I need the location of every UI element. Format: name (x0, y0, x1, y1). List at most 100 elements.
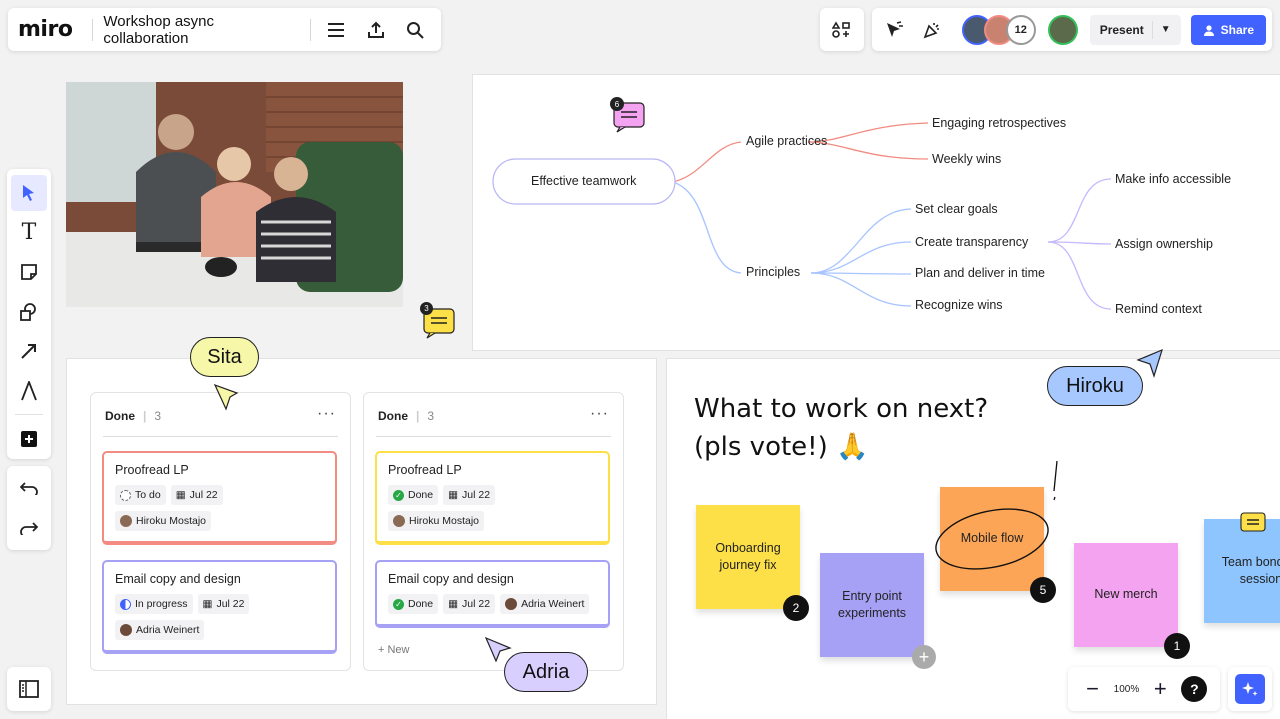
kanban-card[interactable]: Proofread LP ✓ Done ▦ Jul 22 Hiroku Mostaj… (375, 451, 610, 545)
add-vote-icon[interactable]: + (912, 645, 936, 669)
due-date: Jul 22 (216, 598, 245, 610)
calendar-icon: ▦ (448, 489, 459, 501)
present-button[interactable]: Present ▼ (1089, 14, 1181, 45)
vote-frame[interactable]: What to work on next? (pls vote!) 🙏 Onbo… (666, 358, 1280, 719)
sticky-note[interactable]: New merch (1074, 543, 1178, 647)
search-icon[interactable] (400, 14, 431, 46)
kanban-column[interactable]: Done | 3 ··· Proofread LP To do ▦ Jul 22 … (90, 392, 351, 671)
mind-map-node[interactable]: Assign ownership (1115, 237, 1213, 251)
comment-count: 3 (420, 302, 433, 315)
collaborator-avatars[interactable]: 12 (961, 14, 1036, 45)
collaborator-count[interactable]: 12 (1005, 14, 1036, 45)
vote-count-badge: 5 (1030, 577, 1056, 603)
status-chip[interactable]: In progress (115, 594, 193, 614)
mind-map-root[interactable]: Effective teamwork (531, 174, 636, 188)
mind-map-node[interactable]: Weekly wins (932, 152, 1001, 166)
avatar[interactable] (1047, 14, 1078, 45)
vote-count-badge: 2 (783, 595, 809, 621)
export-icon[interactable] (360, 14, 391, 46)
share-button[interactable]: Share (1190, 14, 1266, 45)
apps-button[interactable] (820, 8, 864, 51)
cursor-label-sita: Sita (190, 337, 259, 377)
top-left-bar: miro Workshop async collaboration (8, 8, 441, 51)
undo-icon[interactable] (11, 470, 47, 506)
zoom-in-icon[interactable]: + (1148, 676, 1172, 701)
status-label: Done (408, 598, 434, 610)
sticky-comment-icon[interactable] (1239, 511, 1267, 542)
ai-assistant-button[interactable] (1228, 667, 1272, 711)
sticky-text: Onboarding journey fix (715, 540, 781, 573)
date-chip[interactable]: ▦ Jul 22 (443, 594, 496, 614)
select-cursor-icon[interactable] (11, 175, 47, 211)
vote-title-line: (pls vote!) 🙏 (694, 431, 869, 462)
mind-map-node[interactable]: Principles (746, 265, 800, 279)
assignee-chip[interactable]: Adria Weinert (115, 620, 205, 640)
kanban-card[interactable]: Email copy and design In progress ▦ Jul 2… (102, 560, 337, 654)
mind-map-comment-icon[interactable]: 6 (609, 95, 649, 140)
sticky-note[interactable]: Entry point experiments (820, 553, 924, 657)
assignee-name: Hiroku Mostajo (136, 515, 207, 527)
status-chip[interactable]: ✓ Done (388, 594, 439, 614)
kanban-column[interactable]: Done | 3 ··· Proofread LP ✓ Done ▦ Jul 22 … (363, 392, 624, 671)
vote-title[interactable]: What to work on next? (pls vote!) 🙏 (694, 391, 988, 466)
apps-icon (832, 20, 850, 38)
pen-icon[interactable] (11, 373, 47, 409)
present-label: Present (1099, 22, 1144, 37)
board-panel-toggle[interactable] (7, 667, 51, 711)
cursor-name: Adria (522, 660, 570, 683)
status-label: Done (408, 489, 434, 501)
zoom-out-icon[interactable]: − (1081, 676, 1105, 701)
share-label: Share (1220, 22, 1254, 37)
add-more-icon[interactable] (11, 421, 47, 457)
shapes-icon[interactable] (11, 294, 47, 330)
text-tool-icon[interactable]: T (11, 215, 47, 251)
date-chip[interactable]: ▦ Jul 22 (443, 485, 496, 505)
avatar (120, 624, 132, 636)
mind-map-node[interactable]: Recognize wins (915, 298, 1003, 312)
assignee-chip[interactable]: Adria Weinert (500, 594, 590, 614)
kanban-card[interactable]: Proofread LP To do ▦ Jul 22 Hiroku Mostaj… (102, 451, 337, 545)
avatar (120, 515, 132, 527)
assignee-chip[interactable]: Hiroku Mostajo (388, 511, 485, 531)
card-title: Proofread LP (388, 463, 462, 477)
sticky-note-icon[interactable] (11, 254, 47, 290)
reactions-cursor-icon[interactable] (878, 14, 910, 46)
mind-map-node[interactable]: Remind context (1115, 302, 1202, 316)
connector-arrow-icon[interactable] (11, 333, 47, 369)
date-chip[interactable]: ▦ Jul 22 (197, 594, 250, 614)
mind-map-node[interactable]: Agile practices (746, 134, 827, 148)
vote-count-badge: 1 (1164, 633, 1190, 659)
assignee-chip[interactable]: Hiroku Mostajo (115, 511, 212, 531)
date-chip[interactable]: ▦ Jul 22 (170, 485, 223, 505)
team-photo[interactable] (66, 82, 403, 307)
calendar-icon: ▦ (175, 489, 186, 501)
avatar (505, 598, 518, 610)
history-toolbar (7, 466, 51, 550)
zoom-level[interactable]: 100% (1114, 684, 1140, 695)
cursor-label-hiroku: Hiroku (1047, 366, 1143, 406)
mind-map-node[interactable]: Make info accessible (1115, 172, 1231, 186)
status-chip[interactable]: ✓ Done (388, 485, 439, 505)
new-card-link[interactable]: + New (378, 644, 410, 656)
photo-comment-icon[interactable]: 3 (420, 302, 458, 345)
mind-map-node[interactable]: Plan and deliver in time (915, 266, 1045, 280)
status-chip[interactable]: To do (115, 485, 166, 505)
mind-map-frame[interactable]: Effective teamwork Agile practices Engag… (472, 74, 1280, 351)
celebrate-icon[interactable] (916, 14, 948, 46)
check-icon: ✓ (393, 598, 404, 610)
redo-icon[interactable] (11, 510, 47, 546)
mind-map-node[interactable]: Set clear goals (915, 202, 998, 216)
chevron-down-icon[interactable]: ▼ (1161, 24, 1171, 35)
more-options-icon[interactable]: ··· (590, 405, 609, 423)
help-icon[interactable]: ? (1181, 676, 1208, 702)
kanban-card[interactable]: Email copy and design ✓ Done ▦ Jul 22 Adri… (375, 560, 610, 628)
mind-map-node[interactable]: Engaging retrospectives (932, 116, 1066, 130)
more-options-icon[interactable]: ··· (317, 405, 336, 423)
pen-stroke (1053, 460, 1058, 501)
mind-map-node[interactable]: Create transparency (915, 235, 1028, 249)
miro-logo[interactable]: miro (18, 17, 73, 42)
sticky-note[interactable]: Onboarding journey fix (696, 505, 800, 609)
menu-icon[interactable] (321, 14, 352, 46)
avatar (393, 515, 405, 527)
board-title[interactable]: Workshop async collaboration (103, 13, 299, 47)
